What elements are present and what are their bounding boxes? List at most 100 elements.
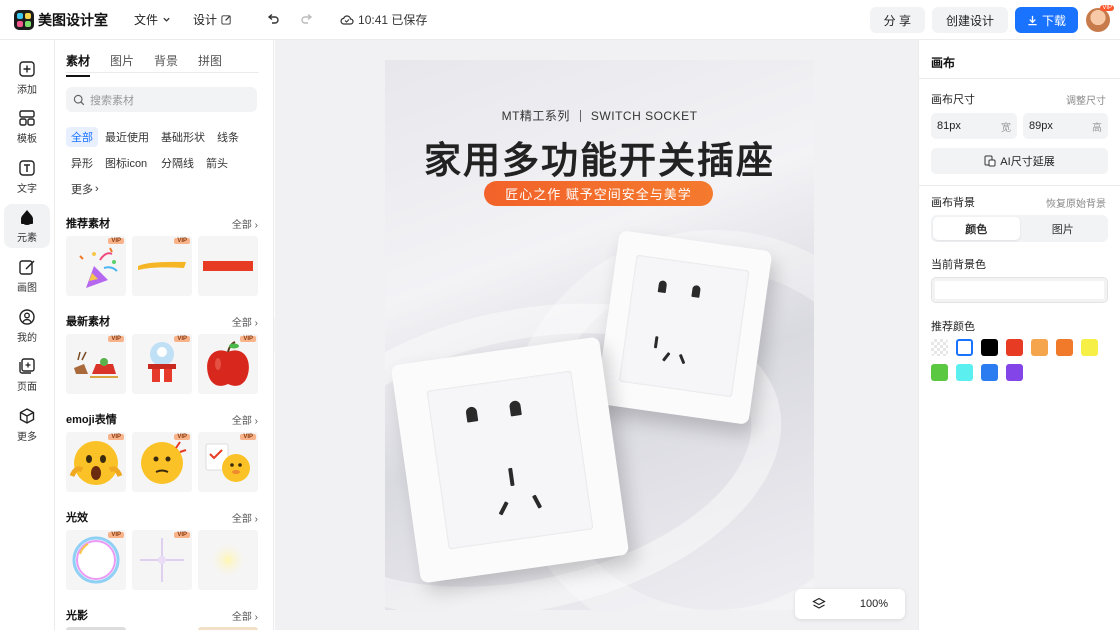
ai-resize-label: AI尺寸延展 bbox=[1000, 156, 1055, 168]
file-menu[interactable]: 文件 bbox=[134, 11, 171, 28]
chip-dividers[interactable]: 分隔线 bbox=[156, 153, 199, 173]
poster-subtitle[interactable]: MT精工系列 SWITCH SOCKET bbox=[385, 107, 814, 124]
color-swatch[interactable] bbox=[931, 339, 948, 356]
see-all-latest[interactable]: 全部 › bbox=[232, 314, 258, 329]
vip-badge: VIP bbox=[108, 238, 124, 244]
poster-tagline[interactable]: 匠心之作 赋予空间安全与美学 bbox=[484, 181, 713, 206]
socket-image-front[interactable] bbox=[390, 336, 630, 584]
material-thumb[interactable]: VIP bbox=[198, 432, 258, 492]
height-field[interactable]: 89px 高 bbox=[1023, 113, 1108, 139]
chip-icons[interactable]: 图标icon bbox=[100, 153, 152, 173]
app-logo[interactable]: 美图设计室 bbox=[14, 9, 108, 30]
nav-pages[interactable]: 页面 bbox=[4, 353, 50, 397]
socket-hole bbox=[508, 467, 515, 487]
design-menu[interactable]: 设计 bbox=[193, 11, 232, 28]
ai-resize-button[interactable]: AI尺寸延展 bbox=[931, 148, 1108, 174]
redo-icon[interactable] bbox=[300, 13, 314, 27]
color-swatch[interactable] bbox=[1056, 339, 1073, 356]
material-thumb[interactable]: VIP bbox=[66, 334, 126, 394]
search-icon bbox=[73, 94, 85, 105]
nav-elements[interactable]: 元素 bbox=[4, 204, 50, 248]
material-thumb[interactable]: VIP bbox=[132, 236, 192, 296]
color-swatch[interactable] bbox=[981, 339, 998, 356]
chip-arrows[interactable]: 箭头 bbox=[201, 153, 233, 173]
chip-all[interactable]: 全部 bbox=[66, 127, 98, 147]
material-thumb[interactable]: VIP bbox=[132, 432, 192, 492]
chip-irregular[interactable]: 异形 bbox=[66, 153, 98, 173]
bubble-image bbox=[72, 536, 120, 584]
material-thumb[interactable]: VIP bbox=[132, 334, 192, 394]
current-color-swatch[interactable] bbox=[931, 277, 1108, 303]
nav-add[interactable]: 添加 bbox=[4, 56, 50, 100]
save-status: 10:41 已保存 bbox=[340, 11, 427, 28]
color-swatch[interactable] bbox=[1031, 339, 1048, 356]
cube-icon bbox=[19, 408, 35, 424]
color-swatch[interactable] bbox=[981, 364, 998, 381]
color-swatch[interactable] bbox=[1006, 364, 1023, 381]
share-button[interactable]: 分 享 bbox=[869, 7, 925, 33]
canvas-background-label: 画布背景 bbox=[931, 197, 975, 209]
color-swatch[interactable] bbox=[1081, 339, 1098, 356]
chip-basic-shapes[interactable]: 基础形状 bbox=[156, 127, 210, 147]
material-thumb[interactable] bbox=[198, 236, 258, 296]
undo-icon[interactable] bbox=[266, 13, 280, 27]
nav-templates-label: 模板 bbox=[17, 134, 37, 145]
tab-background[interactable]: 背景 bbox=[154, 52, 178, 69]
avatar[interactable]: VIP bbox=[1086, 5, 1114, 32]
color-swatch[interactable] bbox=[956, 339, 973, 356]
left-nav: 添加 模板 文字 元素 画图 我的 页面 更多 bbox=[0, 40, 55, 630]
material-thumb[interactable]: VIP bbox=[66, 236, 126, 296]
design-canvas[interactable]: MT精工系列 SWITCH SOCKET 家用多功能开关插座 匠心之作 赋予空间安… bbox=[385, 60, 814, 610]
segment-color[interactable]: 颜色 bbox=[933, 217, 1020, 240]
search-input[interactable]: 搜索素材 bbox=[66, 87, 257, 112]
color-swatch[interactable] bbox=[956, 364, 973, 381]
tab-collage[interactable]: 拼图 bbox=[198, 52, 222, 69]
chip-lines[interactable]: 线条 bbox=[212, 127, 244, 147]
see-all-label: 全部 bbox=[231, 416, 252, 427]
see-all-recommended[interactable]: 全部 › bbox=[232, 216, 258, 231]
download-label: 下载 bbox=[1041, 13, 1066, 28]
nav-mine[interactable]: 我的 bbox=[4, 304, 50, 348]
tab-material[interactable]: 素材 bbox=[66, 52, 91, 77]
see-all-light-shadow[interactable]: 全部 › bbox=[232, 608, 258, 623]
chip-recent[interactable]: 最近使用 bbox=[100, 127, 154, 147]
gift-box-image bbox=[148, 342, 176, 382]
tab-image[interactable]: 图片 bbox=[110, 52, 134, 69]
color-swatch[interactable] bbox=[931, 364, 948, 381]
create-design-button[interactable]: 创建设计 bbox=[931, 7, 1008, 33]
divider bbox=[579, 110, 581, 122]
design-menu-label: 设计 bbox=[193, 13, 218, 27]
segment-image[interactable]: 图片 bbox=[1020, 217, 1107, 240]
nav-text[interactable]: 文字 bbox=[4, 155, 50, 199]
nav-templates[interactable]: 模板 bbox=[4, 105, 50, 149]
app-name: 美图设计室 bbox=[38, 11, 108, 28]
nav-draw[interactable]: 画图 bbox=[4, 254, 50, 298]
width-field[interactable]: 81px 宽 bbox=[931, 113, 1017, 139]
width-unit: 宽 bbox=[1001, 122, 1011, 134]
reindeer-sleigh-image bbox=[74, 351, 118, 378]
socket-hole bbox=[653, 336, 659, 349]
material-thumb[interactable]: VIP bbox=[132, 530, 192, 590]
chip-more[interactable]: 更多 › bbox=[66, 179, 104, 199]
vip-badge: VIP bbox=[174, 238, 190, 244]
poster-title[interactable]: 家用多功能开关插座 bbox=[385, 130, 814, 184]
see-all-label: 全部 bbox=[231, 514, 252, 525]
layers-icon[interactable] bbox=[812, 597, 826, 611]
color-swatch[interactable] bbox=[1006, 339, 1023, 356]
socket-image-back[interactable] bbox=[595, 230, 773, 425]
material-thumb[interactable] bbox=[198, 530, 258, 590]
adjust-size-link[interactable]: 调整尺寸 bbox=[1066, 92, 1106, 107]
vip-badge: VIP bbox=[108, 336, 124, 342]
material-thumb[interactable]: VIP bbox=[66, 530, 126, 590]
cloud-icon bbox=[340, 14, 354, 25]
download-button[interactable]: 下载 bbox=[1014, 7, 1078, 33]
nav-more[interactable]: 更多 bbox=[4, 403, 50, 447]
material-thumb[interactable]: VIP bbox=[198, 334, 258, 394]
file-menu-label: 文件 bbox=[134, 13, 159, 27]
see-all-light-effects[interactable]: 全部 › bbox=[232, 510, 258, 525]
restore-background-link[interactable]: 恢复原始背景 bbox=[1046, 195, 1106, 210]
material-thumb[interactable]: VIP bbox=[66, 432, 126, 492]
zoom-level[interactable]: 100% bbox=[860, 598, 888, 610]
see-all-emoji[interactable]: 全部 › bbox=[232, 412, 258, 427]
nav-elements-label: 元素 bbox=[17, 233, 37, 244]
